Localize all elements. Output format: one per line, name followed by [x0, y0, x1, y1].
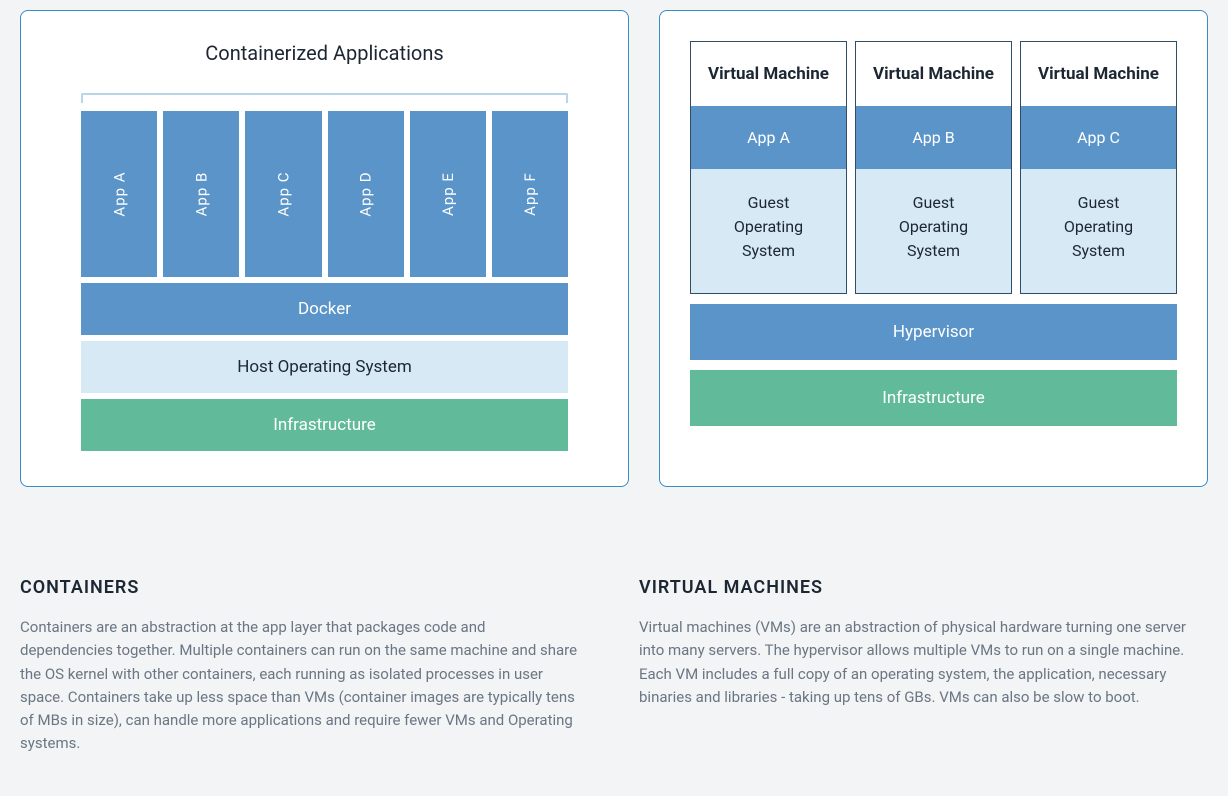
vm-box-app: App A — [691, 106, 846, 169]
containers-heading: CONTAINERS — [20, 577, 589, 598]
containerized-apps-row: App A App B App C App D App E App F — [81, 111, 568, 277]
vm-box-title: Virtual Machine — [1021, 42, 1176, 106]
app-box: App C — [245, 111, 321, 277]
app-box: App D — [328, 111, 404, 277]
containers-text-block: CONTAINERS Containers are an abstraction… — [20, 577, 589, 756]
vm-box-title: Virtual Machine — [856, 42, 1011, 106]
vms-body: Virtual machines (VMs) are an abstractio… — [639, 616, 1199, 709]
app-box: App B — [163, 111, 239, 277]
host-os-layer: Host Operating System — [81, 341, 568, 393]
vm-boxes-row: Virtual Machine App A Guest Operating Sy… — [690, 41, 1177, 294]
vm-infrastructure-layer: Infrastructure — [690, 370, 1177, 426]
app-box: App E — [410, 111, 486, 277]
vm-box-guest-os: Guest Operating System — [691, 169, 846, 293]
vm-box-title: Virtual Machine — [691, 42, 846, 106]
containers-body: Containers are an abstraction at the app… — [20, 616, 580, 756]
vm-box: Virtual Machine App A Guest Operating Sy… — [690, 41, 847, 294]
vm-box-guest-os: Guest Operating System — [856, 169, 1011, 293]
vm-box-app: App B — [856, 106, 1011, 169]
vm-diagram-card: Virtual Machine App A Guest Operating Sy… — [659, 10, 1208, 487]
vms-text-block: VIRTUAL MACHINES Virtual machines (VMs) … — [639, 577, 1208, 756]
vm-box: Virtual Machine App B Guest Operating Sy… — [855, 41, 1012, 294]
vm-box-guest-os: Guest Operating System — [1021, 169, 1176, 293]
hypervisor-layer: Hypervisor — [690, 304, 1177, 360]
infrastructure-layer: Infrastructure — [81, 399, 568, 451]
containers-diagram-card: Containerized Applications App A App B A… — [20, 10, 629, 487]
vm-box: Virtual Machine App C Guest Operating Sy… — [1020, 41, 1177, 294]
app-box: App A — [81, 111, 157, 277]
vms-heading: VIRTUAL MACHINES — [639, 577, 1208, 598]
vm-box-app: App C — [1021, 106, 1176, 169]
bracket-bar — [81, 93, 568, 103]
docker-layer: Docker — [81, 283, 568, 335]
containers-diagram-title: Containerized Applications — [81, 41, 568, 65]
app-box: App F — [492, 111, 568, 277]
